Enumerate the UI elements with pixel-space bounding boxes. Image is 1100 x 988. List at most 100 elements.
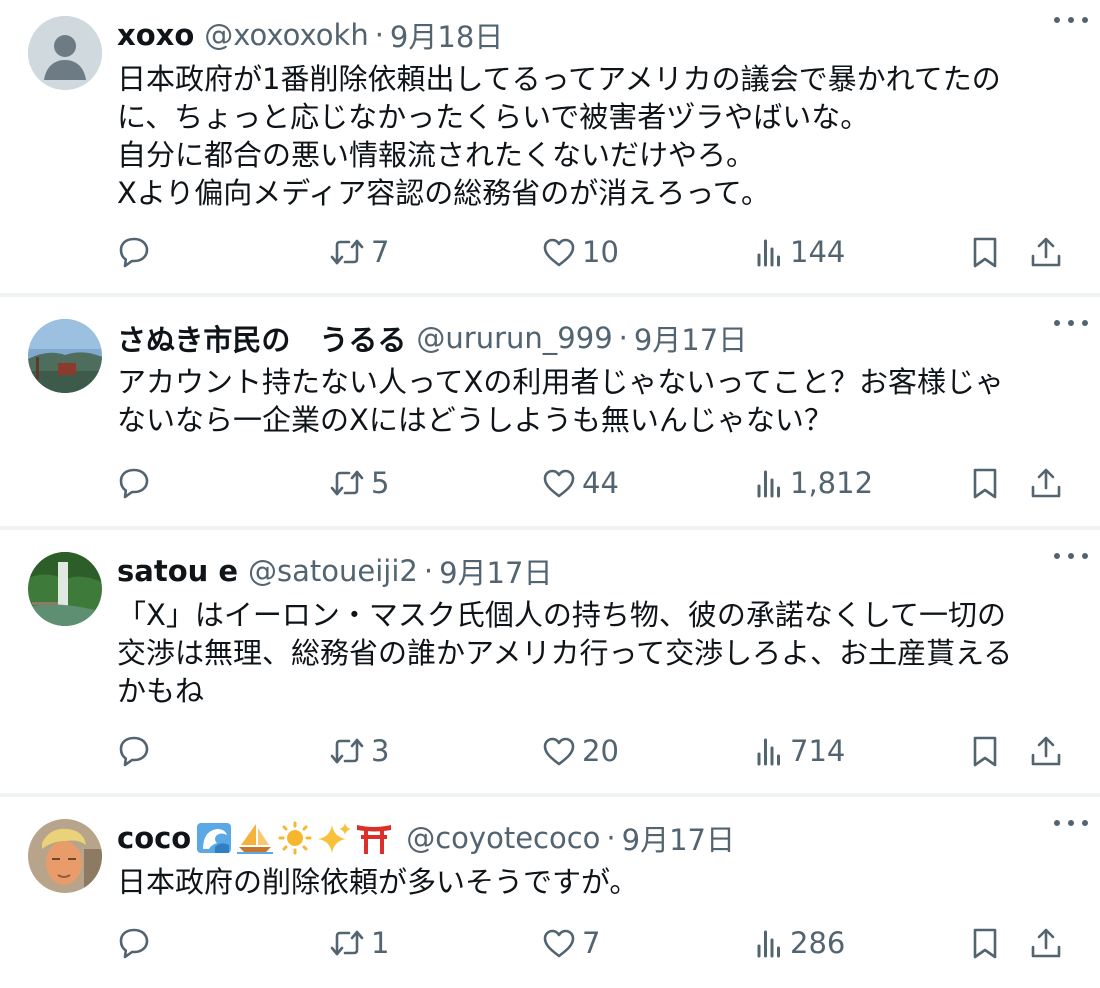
retweet-icon xyxy=(330,930,364,956)
share-icon xyxy=(1031,928,1061,958)
action-bar: 5 44 1,812 xyxy=(0,463,1100,503)
views-button[interactable]: 1,812 xyxy=(754,463,873,503)
action-bar: 3 20 714 xyxy=(0,731,1100,771)
heart-icon xyxy=(543,238,575,267)
reply-button[interactable] xyxy=(117,731,151,771)
avatar[interactable] xyxy=(28,819,102,893)
retweet-button[interactable]: 7 xyxy=(329,232,389,272)
separator-dot: · xyxy=(374,18,384,52)
retweet-button[interactable]: 5 xyxy=(329,463,389,503)
user-handle[interactable]: @satoueiji2 xyxy=(248,554,418,588)
text-line: 自分に都合の悪い情報流されたくないだけやろ。 xyxy=(117,138,756,172)
share-icon xyxy=(1031,237,1061,267)
bookmark-icon xyxy=(973,928,997,959)
action-bar: 1 7 286 xyxy=(0,923,1100,963)
text-line: 「X」はイーロン・マスク氏個人の持ち物、彼の承諾なくして一切の xyxy=(117,598,1006,632)
share-icon xyxy=(1031,468,1061,498)
bookmark-button[interactable] xyxy=(968,232,1002,272)
reply-button[interactable] xyxy=(117,463,151,503)
tweet-date[interactable]: 9月18日 xyxy=(390,14,503,56)
retweet-icon xyxy=(330,738,364,764)
tweet-date[interactable]: 9月17日 xyxy=(439,550,552,592)
like-count: 7 xyxy=(582,926,601,960)
display-name[interactable]: satou e xyxy=(117,554,238,588)
view-count: 144 xyxy=(790,235,846,269)
display-name[interactable]: coco xyxy=(117,821,191,855)
more-options-icon[interactable] xyxy=(1054,813,1088,833)
user-handle[interactable]: @coyotecoco xyxy=(406,821,600,855)
reply-icon xyxy=(119,736,149,767)
reply-button[interactable] xyxy=(117,923,151,963)
share-icon xyxy=(1031,736,1061,766)
share-button[interactable] xyxy=(1029,463,1063,503)
reply-icon xyxy=(119,928,149,959)
bookmark-icon xyxy=(973,468,997,499)
text-line: Xより偏向メディア容認の総務省のが消えろって。 xyxy=(117,176,770,210)
display-name[interactable]: さぬき市民の うるる xyxy=(117,317,406,359)
wave-emoji-icon xyxy=(197,823,232,853)
share-button[interactable] xyxy=(1029,232,1063,272)
tweet-text: 「X」はイーロン・マスク氏個人の持ち物、彼の承諾なくして一切の 交渉は無理、総務… xyxy=(117,596,1064,710)
retweet-count: 7 xyxy=(371,235,390,269)
more-options-icon[interactable] xyxy=(1054,546,1088,566)
heart-icon xyxy=(543,737,575,766)
user-handle[interactable]: @xoxoxokh xyxy=(204,18,368,52)
like-count: 10 xyxy=(582,235,619,269)
avatar[interactable] xyxy=(28,319,102,393)
reply-feed: xoxo @xoxoxokh · 9月18日 日本政府が1番削除依頼出してるって… xyxy=(0,0,1100,976)
tweet-date[interactable]: 9月17日 xyxy=(634,317,747,359)
tweet-header: さぬき市民の うるる @ururun_999 · 9月17日 xyxy=(117,319,1064,357)
retweet-button[interactable]: 3 xyxy=(329,731,389,771)
retweet-button[interactable]: 1 xyxy=(329,923,389,963)
tweet[interactable]: xoxo @xoxoxokh · 9月18日 日本政府が1番削除依頼出してるって… xyxy=(0,0,1100,297)
like-count: 20 xyxy=(582,734,619,768)
like-count: 44 xyxy=(582,466,619,500)
bookmark-button[interactable] xyxy=(968,463,1002,503)
reply-button[interactable] xyxy=(117,232,151,272)
bar-chart-icon xyxy=(757,239,780,267)
views-button[interactable]: 144 xyxy=(754,232,845,272)
share-button[interactable] xyxy=(1029,923,1063,963)
bookmark-button[interactable] xyxy=(968,923,1002,963)
default-avatar[interactable] xyxy=(28,16,102,90)
bookmark-icon xyxy=(973,237,997,268)
torii-icon xyxy=(357,825,392,854)
tweet[interactable]: さぬき市民の うるる @ururun_999 · 9月17日 アカウント持たない… xyxy=(0,297,1100,530)
more-options-icon[interactable] xyxy=(1054,313,1088,333)
more-options-icon[interactable] xyxy=(1054,10,1088,30)
tweet[interactable]: satou e @satoueiji2 · 9月17日 「X」はイーロン・マスク… xyxy=(0,530,1100,797)
display-name[interactable]: xoxo xyxy=(117,18,194,52)
sun-icon xyxy=(278,821,312,855)
tweet[interactable]: coco @coyotecoco · 9月17日 日本政府の削除依頼が多いそうで… xyxy=(0,797,1100,976)
tweet-text: アカウント持たない人ってXの利用者じゃないってこと？お客様じゃ ないなら一企業の… xyxy=(117,363,1064,439)
tweet-header: xoxo @xoxoxokh · 9月18日 xyxy=(117,16,1064,54)
user-handle[interactable]: @ururun_999 xyxy=(416,321,612,355)
text-line: 日本政府の削除依頼が多いそうですが。 xyxy=(117,865,639,899)
text-line: 日本政府が1番削除依頼出してるってアメリカの議会で暴かれてたの xyxy=(117,62,1001,96)
tweet-text: 日本政府が1番削除依頼出してるってアメリカの議会で暴かれてたの に、ちょっと応じ… xyxy=(117,60,1064,212)
bookmark-icon xyxy=(973,736,997,767)
views-button[interactable]: 286 xyxy=(754,923,845,963)
retweet-icon xyxy=(330,470,364,496)
name-emojis xyxy=(195,821,396,855)
retweet-count: 3 xyxy=(371,734,390,768)
views-button[interactable]: 714 xyxy=(754,731,845,771)
heart-icon xyxy=(543,469,575,498)
share-button[interactable] xyxy=(1029,731,1063,771)
bookmark-button[interactable] xyxy=(968,731,1002,771)
bar-chart-icon xyxy=(757,470,780,498)
separator-dot: · xyxy=(423,554,434,588)
tweet-header: satou e @satoueiji2 · 9月17日 xyxy=(117,552,1064,590)
like-button[interactable]: 44 xyxy=(542,463,619,503)
separator-dot: · xyxy=(618,321,628,355)
tweet-header: coco @coyotecoco · 9月17日 xyxy=(117,819,1064,857)
separator-dot: · xyxy=(606,821,616,855)
reply-icon xyxy=(119,237,149,268)
like-button[interactable]: 10 xyxy=(542,232,619,272)
like-button[interactable]: 7 xyxy=(542,923,600,963)
tweet-text: 日本政府の削除依頼が多いそうですが。 xyxy=(117,863,1064,901)
sailboat-icon xyxy=(237,824,274,854)
like-button[interactable]: 20 xyxy=(542,731,619,771)
avatar[interactable] xyxy=(28,552,102,626)
tweet-date[interactable]: 9月17日 xyxy=(622,817,735,859)
